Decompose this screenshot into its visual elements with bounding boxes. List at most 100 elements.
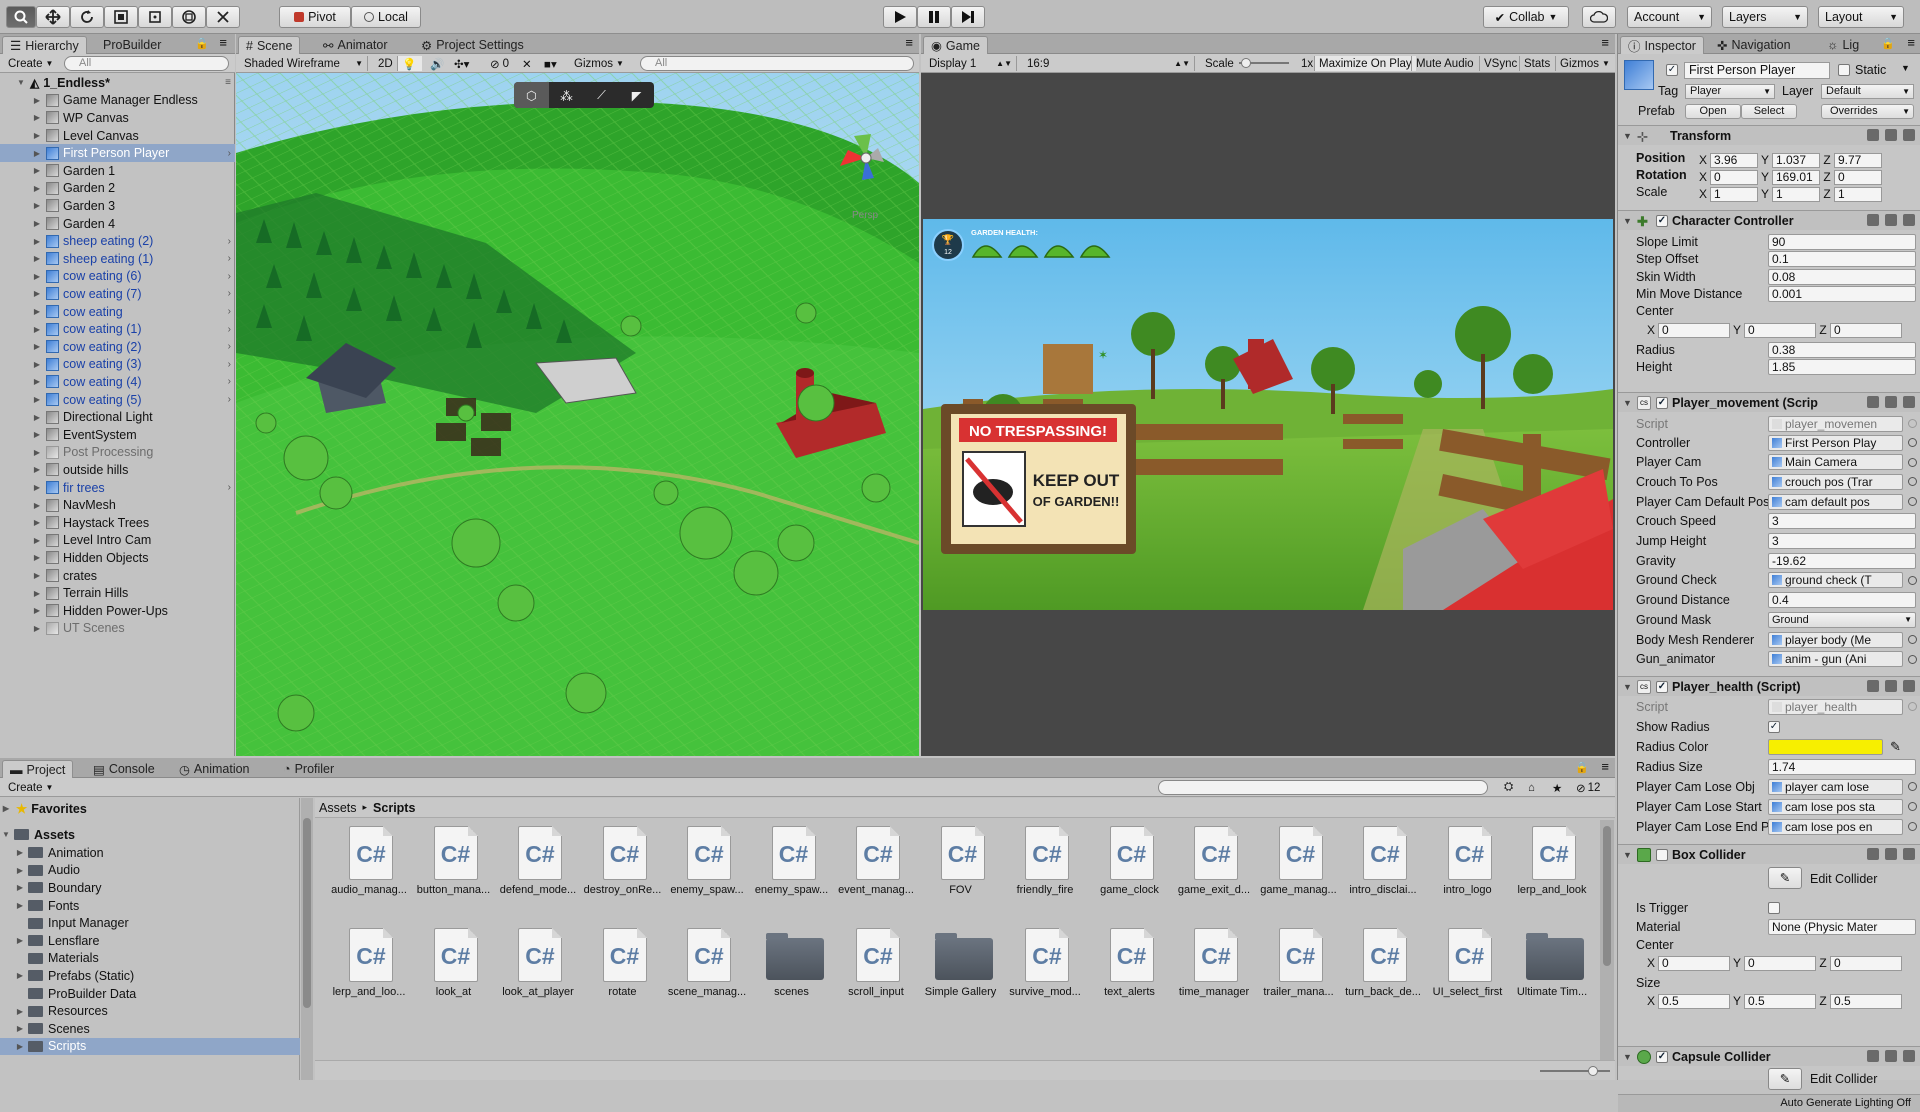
asset-script[interactable]: C# lerp_and_look — [1510, 826, 1594, 912]
edge-mode-icon[interactable]: ⟋ — [584, 82, 619, 108]
field-value[interactable]: cam default pos — [1768, 493, 1903, 510]
asset-script[interactable]: C# button_mana... — [412, 826, 496, 912]
hierarchy-item[interactable]: ▶ sheep eating (2) › — [0, 232, 235, 250]
field-value[interactable]: player cam lose — [1768, 778, 1903, 795]
field-value[interactable]: 0.4 — [1768, 592, 1916, 609]
hierarchy-item[interactable]: ▶ Garden 4 — [0, 215, 235, 233]
asset-script[interactable]: C# intro_logo — [1426, 826, 1510, 912]
preset-icon[interactable] — [1885, 1050, 1897, 1062]
hierarchy-item[interactable]: ▶ cow eating (2) › — [0, 338, 235, 356]
tree-scrollbar-thumb[interactable] — [303, 818, 311, 1008]
hierarchy-item[interactable]: ▶ Terrain Hills — [0, 584, 235, 602]
audio-toggle-icon[interactable]: 🔊 — [426, 56, 448, 71]
hand-tool-icon[interactable] — [6, 6, 36, 28]
gear-icon[interactable] — [1903, 1050, 1915, 1062]
lock-icon[interactable]: 🔒 — [1881, 37, 1895, 50]
object-picker-icon[interactable] — [1908, 654, 1917, 664]
favorites-star-icon[interactable]: ★ — [1548, 780, 1566, 795]
project-folder-row[interactable]: ▶ Fonts — [0, 897, 300, 915]
gear-icon[interactable] — [1903, 214, 1915, 226]
preset-icon[interactable] — [1885, 680, 1897, 692]
asset-script[interactable]: C# time_manager — [1172, 928, 1256, 1014]
expand-arrow-icon[interactable]: ▶ — [32, 571, 42, 580]
vector-field[interactable]: 9.77 — [1834, 152, 1882, 168]
asset-script[interactable]: C# rotate — [581, 928, 665, 1014]
gear-icon[interactable] — [1903, 848, 1915, 860]
capsule-collider-header[interactable]: ▼ ✓ Capsule Collider — [1618, 1046, 1920, 1066]
is-trigger-checkbox[interactable] — [1768, 901, 1780, 914]
field-value[interactable]: 0.08 — [1768, 268, 1916, 285]
tab-game[interactable]: ◉ Game — [923, 36, 988, 54]
prefab-select-button[interactable]: Select — [1741, 104, 1797, 119]
object-name-input[interactable]: First Person Player — [1684, 62, 1830, 79]
step-button[interactable] — [951, 6, 985, 28]
expand-arrow-icon[interactable]: ▶ — [32, 395, 42, 404]
object-picker-icon[interactable] — [1908, 477, 1917, 487]
asset-script[interactable]: C# enemy_spaw... — [750, 826, 834, 912]
filter-label-icon[interactable]: ⌂ — [1524, 780, 1539, 795]
asset-script[interactable]: C# look_at — [412, 928, 496, 1014]
hierarchy-item[interactable]: ▶ sheep eating (1) › — [0, 250, 235, 268]
expand-arrow-icon[interactable]: ▶ — [32, 624, 42, 633]
component-enabled-checkbox[interactable]: ✓ — [1656, 1050, 1668, 1063]
help-icon[interactable] — [1867, 214, 1879, 226]
lighting-toggle-icon[interactable]: 💡 — [398, 56, 422, 71]
expand-arrow-icon[interactable]: ▶ — [32, 465, 42, 474]
prefab-open-icon[interactable]: › — [228, 394, 231, 405]
project-folder-row[interactable]: ▶ Audio — [0, 862, 300, 880]
field-value[interactable]: 3 — [1768, 513, 1916, 530]
component-enabled-checkbox[interactable]: ✓ — [1656, 214, 1668, 227]
tab-animation[interactable]: ◷ Animation — [172, 760, 257, 778]
expand-arrow-icon[interactable]: ▶ — [32, 377, 42, 386]
scale-tool-icon[interactable] — [104, 6, 138, 28]
project-folder-row[interactable]: ▶ Scripts — [0, 1037, 300, 1056]
lock-icon[interactable]: 🔒 — [1575, 761, 1589, 774]
field-value[interactable]: cam lose pos en — [1768, 818, 1903, 835]
transform-tool-icon[interactable] — [172, 6, 206, 28]
grid-scrollbar[interactable] — [1600, 820, 1614, 1060]
asset-script[interactable]: C# scroll_input — [834, 928, 918, 1014]
prefab-open-icon[interactable]: › — [228, 253, 231, 264]
hierarchy-item[interactable]: ▶ cow eating (1) › — [0, 320, 235, 338]
prefab-open-icon[interactable]: › — [228, 306, 231, 317]
vector-field[interactable]: 0 — [1744, 322, 1816, 338]
hierarchy-item[interactable]: ▶ outside hills — [0, 461, 235, 479]
expand-arrow-icon[interactable]: ▶ — [14, 936, 26, 945]
display-dropdown[interactable]: Display 1 ▲▼ — [925, 56, 1017, 71]
lock-icon[interactable]: 🔒 — [195, 37, 209, 50]
asset-script[interactable]: C# look_at_player — [496, 928, 580, 1014]
chevron-down-icon[interactable]: ▼ — [1901, 63, 1910, 73]
hierarchy-item[interactable]: ▶ crates — [0, 567, 235, 585]
scene-root-row[interactable]: ▼ ◭ 1_Endless* ≡ — [0, 74, 235, 92]
tools-icon[interactable]: ✕ — [518, 56, 536, 71]
vector-field[interactable]: 0 — [1710, 169, 1758, 185]
hierarchy-item[interactable]: ▶ Garden 3 — [0, 197, 235, 215]
hierarchy-item[interactable]: ▶ Hidden Objects — [0, 549, 235, 567]
asset-folder[interactable]: scenes — [750, 928, 834, 1014]
tab-console[interactable]: ▤ Console — [86, 760, 162, 778]
vector-field[interactable]: 0 — [1830, 322, 1902, 338]
asset-script[interactable]: C# event_manag... — [834, 826, 918, 912]
vector-field[interactable]: 3.96 — [1710, 152, 1758, 168]
asset-script[interactable]: C# friendly_fire — [1003, 826, 1087, 912]
expand-arrow-icon[interactable]: ▶ — [32, 131, 42, 140]
aspect-dropdown[interactable]: 16:9 ▲▼ — [1023, 56, 1195, 71]
field-value[interactable]: 0.001 — [1768, 286, 1916, 302]
pivot-toggle[interactable]: Pivot — [279, 6, 351, 28]
field-value[interactable]: 1.74 — [1768, 758, 1916, 775]
help-icon[interactable] — [1867, 1050, 1879, 1062]
filter-type-icon[interactable]: ⛭ — [1500, 780, 1517, 795]
prefab-open-icon[interactable]: › — [228, 148, 231, 159]
help-icon[interactable] — [1867, 680, 1879, 692]
prefab-open-icon[interactable]: › — [228, 271, 231, 282]
collab-dropdown[interactable]: ✔ Collab ▼ — [1483, 6, 1569, 28]
project-folder-row[interactable]: ▶ Resources — [0, 1002, 300, 1020]
asset-script[interactable]: C# trailer_mana... — [1257, 928, 1341, 1014]
account-dropdown[interactable]: Account ▼ — [1627, 6, 1712, 28]
gear-icon[interactable] — [1903, 129, 1915, 141]
component-enabled-checkbox[interactable] — [1656, 848, 1668, 861]
grid-scrollbar-thumb[interactable] — [1603, 826, 1611, 966]
vector-field[interactable]: 1 — [1710, 186, 1758, 202]
cloud-button[interactable] — [1582, 6, 1616, 28]
field-value[interactable]: 3 — [1768, 533, 1916, 549]
